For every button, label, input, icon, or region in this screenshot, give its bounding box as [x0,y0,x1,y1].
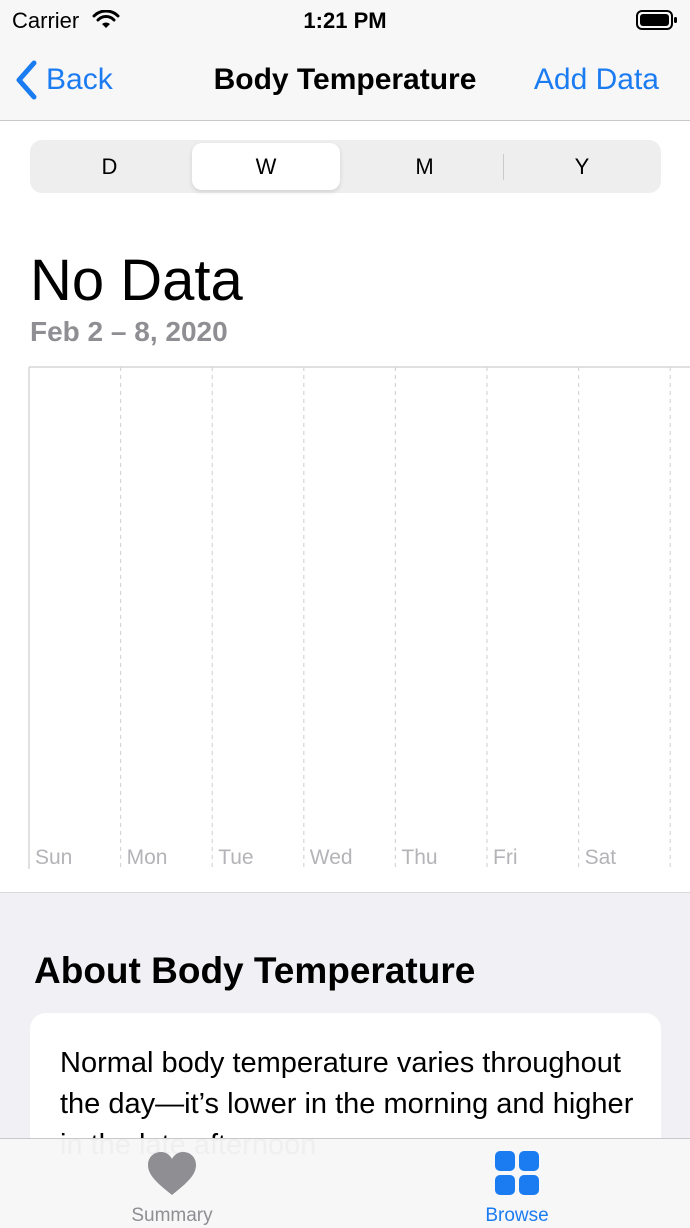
tab-summary-label: Summary [131,1205,213,1226]
chart-tick-label: Tue [218,846,253,869]
chart-tick-label: Wed [310,846,353,869]
no-data-headline: No Data [30,248,243,313]
grid-icon [495,1151,539,1195]
chart-tick-label: Thu [401,846,437,869]
segment-month[interactable]: M [346,143,503,190]
segment-week[interactable]: W [192,143,340,190]
health-app-screen: Carrier 1:21 PM Back Body Temperature Ad… [0,0,690,1228]
navigation-bar: Back Body Temperature Add Data [0,42,690,121]
chart-tick-label: Sun [35,846,72,869]
weekly-chart: Sun Mon Tue Wed Thu Fri Sat [28,366,690,869]
about-title: About Body Temperature [34,950,476,991]
tab-browse-label: Browse [485,1205,549,1226]
status-bar: Carrier 1:21 PM [0,0,690,42]
battery-icon [636,10,677,30]
chart-tick-label: Fri [493,846,518,869]
tab-summary[interactable]: Summary [112,1139,232,1228]
chart-tick-label: Sat [585,846,617,869]
status-time: 1:21 PM [303,8,387,33]
tab-browse[interactable]: Browse [457,1139,577,1228]
segment-divider [503,154,504,180]
chart-tick-label: Mon [127,846,168,869]
segment-year[interactable]: Y [506,143,658,190]
time-range-segmented-control: D W M Y [30,140,661,193]
date-range-label: Feb 2 – 8, 2020 [30,316,228,347]
heart-icon [148,1152,196,1195]
add-data-button[interactable]: Add Data [534,63,659,97]
segment-day[interactable]: D [33,143,186,190]
tab-bar: Summary Browse [0,1138,690,1228]
